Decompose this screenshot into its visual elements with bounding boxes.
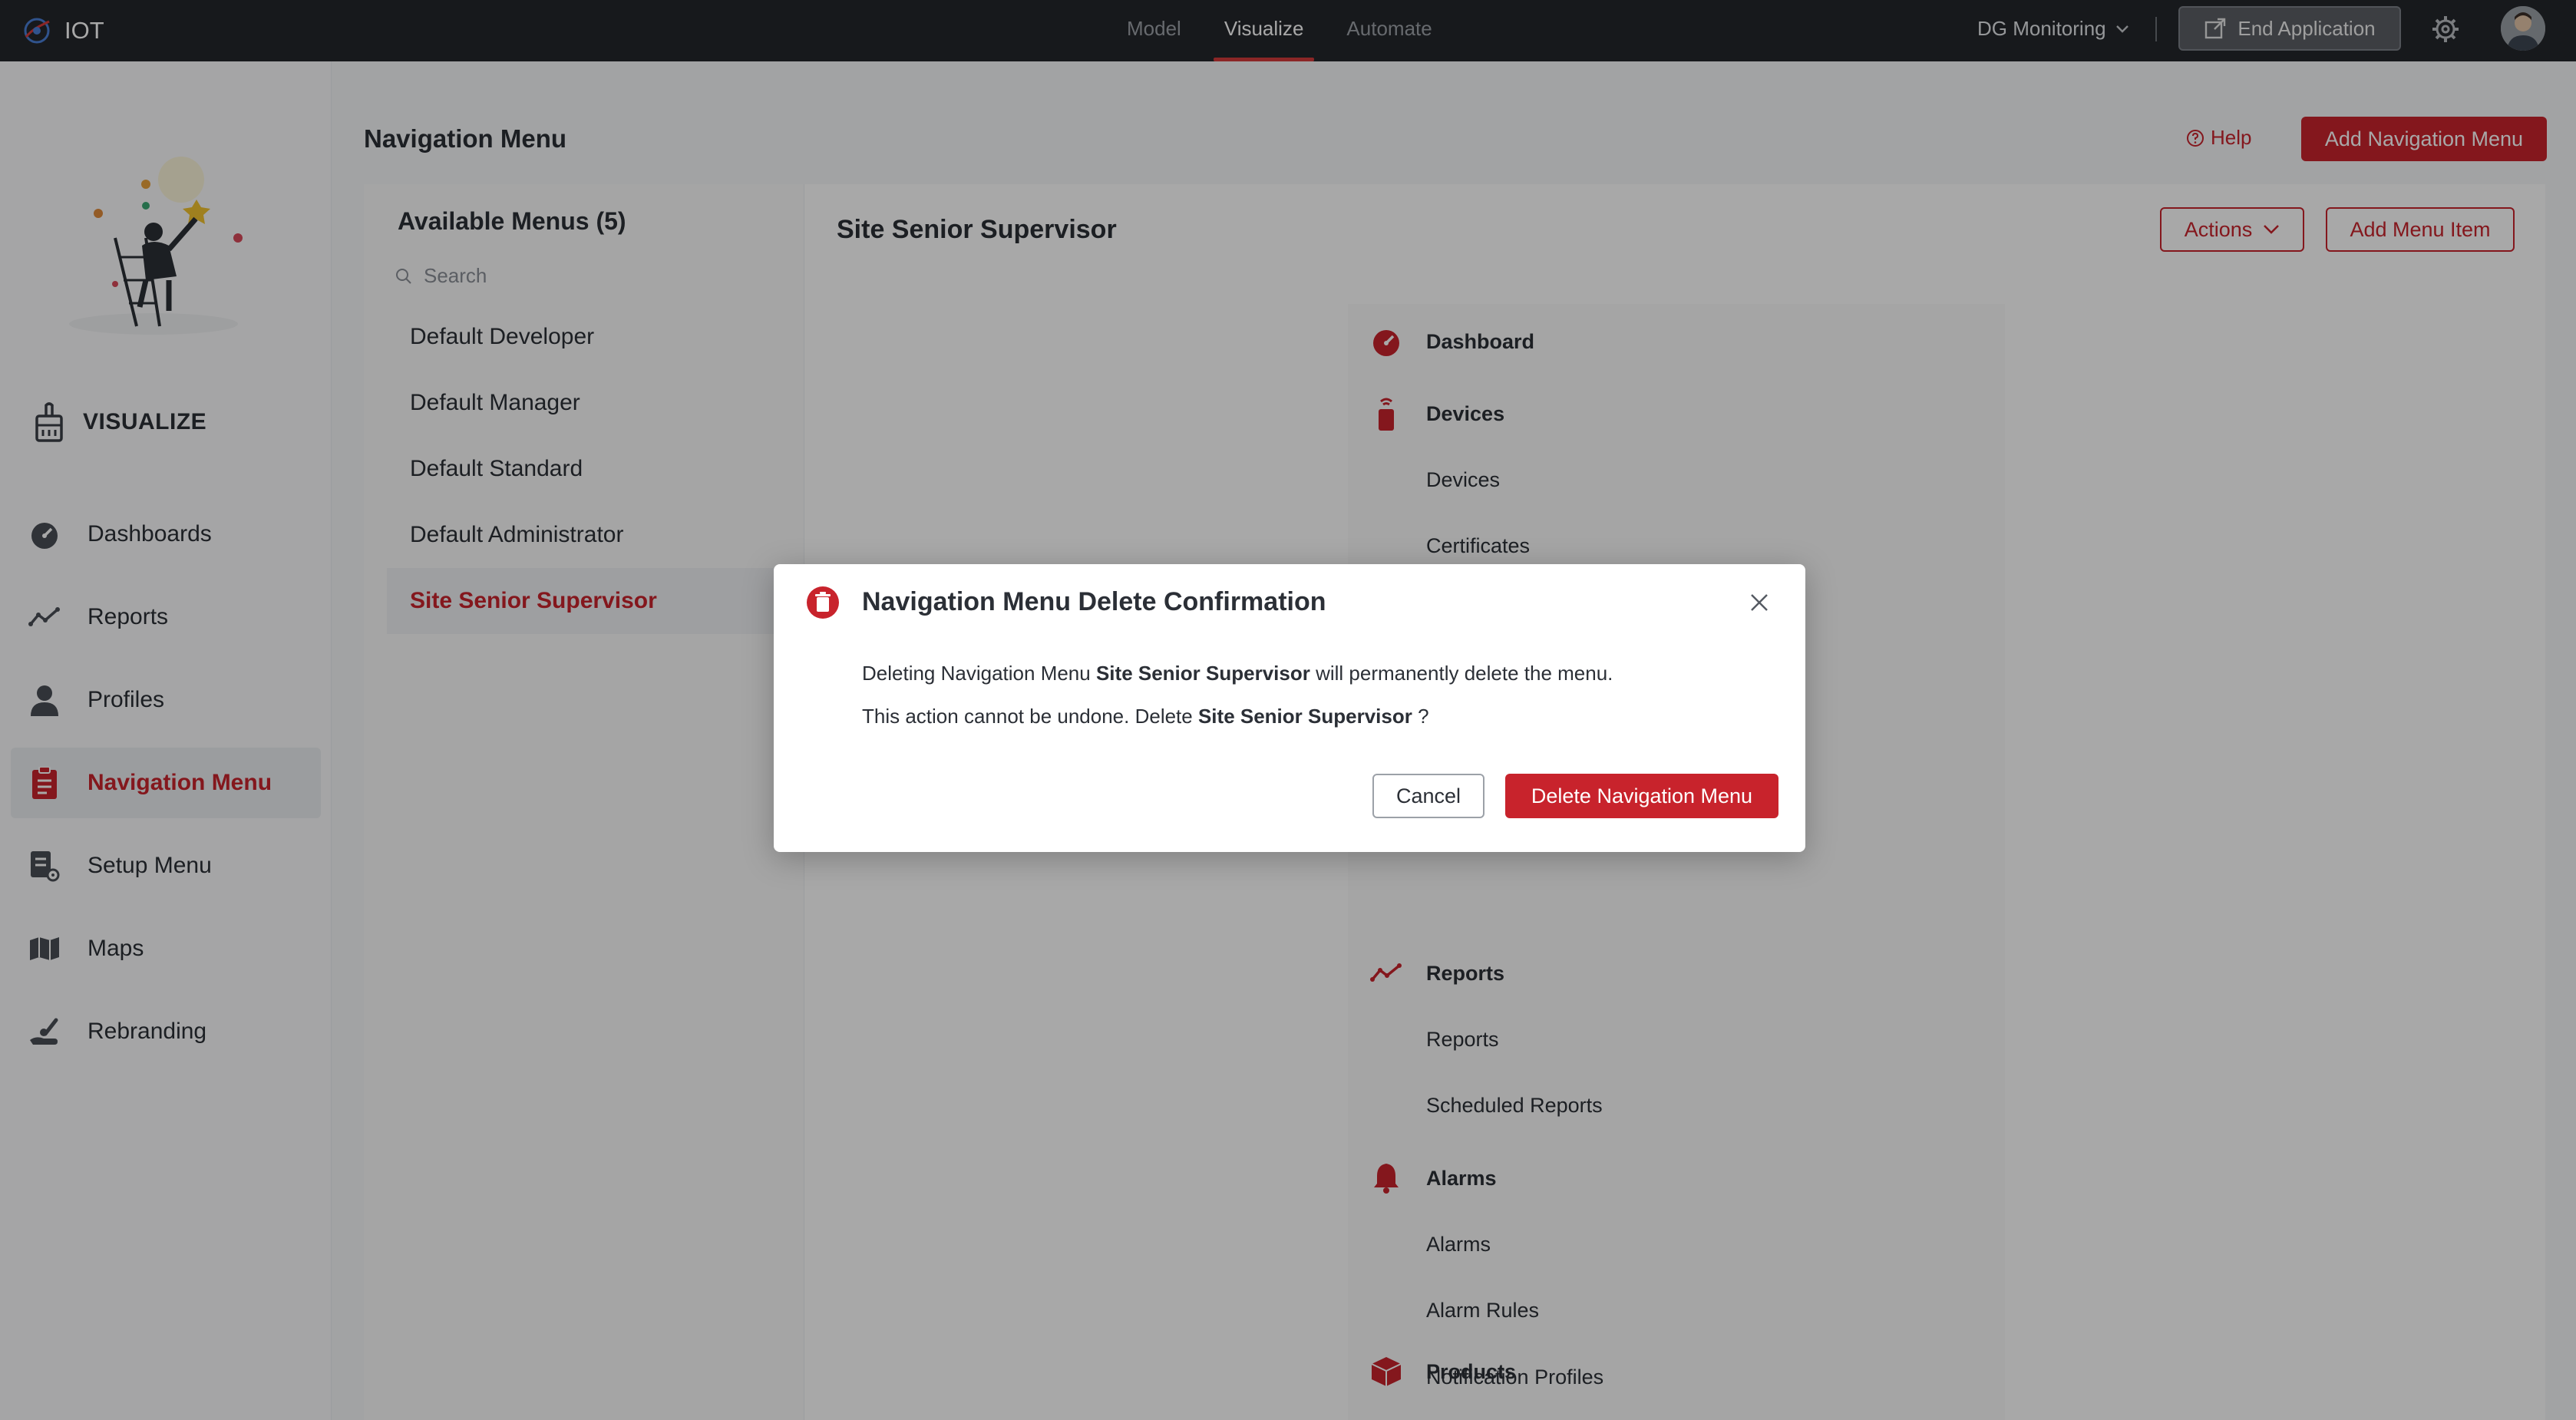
message-text: will permanently delete the menu. xyxy=(1309,662,1613,685)
menu-name-emphasis: Site Senior Supervisor xyxy=(1095,662,1310,685)
message-text: Deleting Navigation Menu xyxy=(862,662,1096,685)
delete-navigation-menu-button[interactable]: Delete Navigation Menu xyxy=(1505,774,1778,818)
delete-confirmation-dialog: Navigation Menu Delete Confirmation Dele… xyxy=(774,564,1805,852)
message-text: This action cannot be undone. Delete xyxy=(862,705,1198,728)
trash-icon xyxy=(807,586,839,619)
message-text: ? xyxy=(1412,705,1429,728)
dialog-message-line-1: Deleting Navigation Menu Site Senior Sup… xyxy=(862,662,1613,685)
close-icon[interactable] xyxy=(1745,589,1773,616)
cancel-button[interactable]: Cancel xyxy=(1372,774,1485,818)
dialog-title: Navigation Menu Delete Confirmation xyxy=(862,587,1326,616)
dialog-message-line-2: This action cannot be undone. Delete Sit… xyxy=(862,705,1429,728)
menu-name-emphasis: Site Senior Supervisor xyxy=(1197,705,1412,728)
